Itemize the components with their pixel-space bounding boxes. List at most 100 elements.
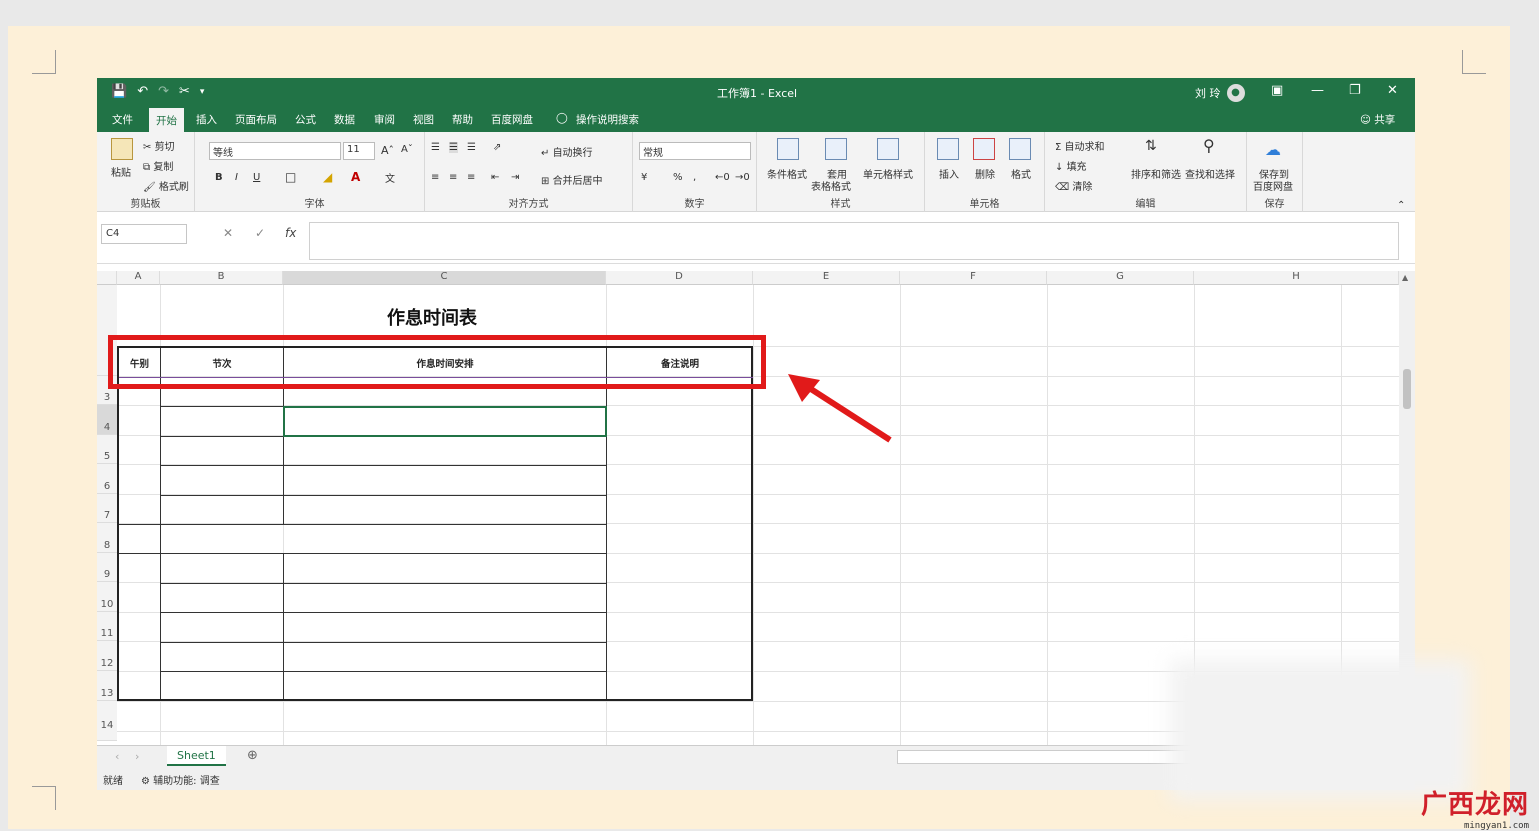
copy-button[interactable]: ⧉ 复制 — [143, 158, 173, 173]
delete-cells-button[interactable]: 删除 — [975, 166, 995, 181]
tab-help[interactable]: 帮助 — [445, 110, 480, 129]
cell-styles-button[interactable]: 单元格样式 — [863, 166, 913, 181]
align-left-icon[interactable]: ≡ — [431, 172, 439, 183]
scissors-icon[interactable]: ✂ — [179, 84, 190, 99]
insert-cells-icon[interactable] — [937, 138, 959, 160]
font-size-dropdown[interactable]: 11 — [343, 142, 375, 160]
row-header[interactable]: 12 — [97, 641, 117, 671]
grow-font-icon[interactable]: Aˆ — [381, 144, 394, 157]
row-header[interactable]: 7 — [97, 494, 117, 523]
font-color-icon[interactable]: A — [351, 170, 360, 184]
tab-home[interactable]: 开始 — [149, 108, 184, 132]
autosum-button[interactable]: Σ 自动求和 — [1055, 138, 1105, 153]
insert-function-icon[interactable]: fx — [285, 226, 296, 240]
currency-icon[interactable]: ¥ — [641, 172, 647, 183]
borders-icon[interactable]: □ — [285, 170, 296, 184]
column-header-e[interactable]: E — [753, 271, 900, 285]
restore-icon[interactable]: ❐ — [1349, 83, 1361, 98]
orientation-icon[interactable]: ⇗ — [493, 142, 501, 153]
column-header-h[interactable]: H — [1194, 271, 1399, 285]
row-header[interactable]: 5 — [97, 435, 117, 464]
format-as-table-icon[interactable] — [825, 138, 847, 160]
enter-icon[interactable]: ✓ — [255, 226, 265, 240]
italic-button[interactable]: I — [235, 172, 238, 183]
format-painter-button[interactable]: 🖌 格式刷 — [143, 178, 189, 193]
collapse-ribbon-icon[interactable]: ⌃ — [1397, 200, 1405, 211]
comma-icon[interactable]: , — [693, 172, 696, 183]
row-header[interactable]: 11 — [97, 612, 117, 641]
minimize-icon[interactable]: — — [1311, 83, 1324, 98]
sort-filter-icon[interactable]: ⇅ — [1145, 138, 1157, 154]
tab-file[interactable]: 文件 — [105, 110, 140, 129]
decrease-indent-icon[interactable]: ⇤ — [491, 172, 499, 183]
clear-button[interactable]: ⌫ 清除 — [1055, 178, 1092, 193]
percent-button[interactable]: % — [673, 172, 683, 183]
cloud-icon[interactable]: ☁ — [1265, 140, 1281, 159]
align-top-icon[interactable]: ☰ — [431, 142, 440, 153]
prev-sheet-icon[interactable]: ‹ — [115, 750, 119, 763]
row-header[interactable]: 9 — [97, 553, 117, 582]
row-header[interactable]: 4 — [97, 405, 117, 435]
save-icon[interactable]: 💾 — [111, 84, 127, 99]
align-center-icon[interactable]: ≡ — [449, 172, 457, 183]
cut-button[interactable]: ✂ 剪切 — [143, 138, 175, 153]
sort-filter-button[interactable]: 排序和筛选 — [1131, 166, 1181, 181]
active-cell-c4[interactable] — [283, 406, 607, 437]
bold-button[interactable]: B — [215, 172, 223, 183]
conditional-formatting-button[interactable]: 条件格式 — [767, 166, 807, 181]
column-header-f[interactable]: F — [900, 271, 1047, 285]
column-header-c[interactable]: C — [283, 271, 606, 285]
sheet-title[interactable]: 作息时间表 — [387, 304, 477, 330]
column-header-d[interactable]: D — [606, 271, 753, 285]
row-header[interactable]: 13 — [97, 671, 117, 701]
underline-button[interactable]: U — [253, 172, 260, 183]
cell-styles-icon[interactable] — [877, 138, 899, 160]
row-header[interactable]: 8 — [97, 523, 117, 553]
customize-qat-icon[interactable]: ▾ — [200, 87, 205, 99]
name-box[interactable]: C4 — [101, 224, 187, 244]
delete-cells-icon[interactable] — [973, 138, 995, 160]
align-right-icon[interactable]: ≡ — [467, 172, 475, 183]
font-name-dropdown[interactable]: 等线 — [209, 142, 341, 160]
row-header[interactable]: 6 — [97, 464, 117, 494]
tab-review[interactable]: 审阅 — [367, 110, 402, 129]
close-icon[interactable]: ✕ — [1387, 83, 1398, 98]
wrap-text-button[interactable]: ↵ 自动换行 — [541, 144, 593, 159]
redo-icon[interactable]: ↷ — [158, 84, 169, 99]
avatar[interactable]: ● — [1226, 84, 1245, 102]
format-cells-button[interactable]: 格式 — [1011, 166, 1031, 181]
undo-icon[interactable]: ↶ — [137, 84, 148, 99]
tab-formulas[interactable]: 公式 — [288, 110, 323, 129]
row-header[interactable]: 14 — [97, 701, 117, 741]
decrease-decimal-icon[interactable]: →0 — [735, 172, 750, 183]
column-header-a[interactable]: A — [117, 271, 160, 285]
column-header-g[interactable]: G — [1047, 271, 1194, 285]
formula-input[interactable] — [309, 222, 1399, 260]
tab-page-layout[interactable]: 页面布局 — [228, 110, 284, 129]
tell-me-search[interactable]: 操作说明搜索 — [569, 110, 646, 129]
find-icon[interactable]: ⚲ — [1203, 136, 1215, 155]
phonetic-icon[interactable]: 文 — [385, 170, 395, 185]
next-sheet-icon[interactable]: › — [135, 750, 139, 763]
increase-decimal-icon[interactable]: ←0 — [715, 172, 730, 183]
cancel-icon[interactable]: ✕ — [223, 226, 233, 240]
number-format-dropdown[interactable]: 常规 — [639, 142, 751, 160]
fill-color-icon[interactable]: ◢ — [323, 170, 332, 184]
row-header[interactable]: 10 — [97, 582, 117, 612]
scroll-up-icon[interactable]: ▲ — [1402, 273, 1408, 282]
tab-view[interactable]: 视图 — [406, 110, 441, 129]
select-all-corner[interactable] — [97, 271, 117, 285]
tab-data[interactable]: 数据 — [327, 110, 362, 129]
find-select-button[interactable]: 查找和选择 — [1185, 166, 1235, 181]
merge-center-button[interactable]: ⊞ 合并后居中 — [541, 172, 603, 187]
ribbon-display-icon[interactable]: ▣ — [1271, 83, 1283, 98]
align-bottom-icon[interactable]: ☰ — [467, 142, 476, 153]
add-sheet-icon[interactable]: ⊕ — [247, 748, 258, 763]
paste-button[interactable]: 粘贴 — [111, 164, 131, 179]
paste-icon[interactable] — [111, 138, 133, 160]
fill-button[interactable]: ↓ 填充 — [1055, 158, 1087, 173]
column-header-b[interactable]: B — [160, 271, 283, 285]
format-cells-icon[interactable] — [1009, 138, 1031, 160]
align-middle-icon[interactable]: ☰ — [449, 142, 458, 153]
shrink-font-icon[interactable]: Aˇ — [401, 144, 413, 155]
